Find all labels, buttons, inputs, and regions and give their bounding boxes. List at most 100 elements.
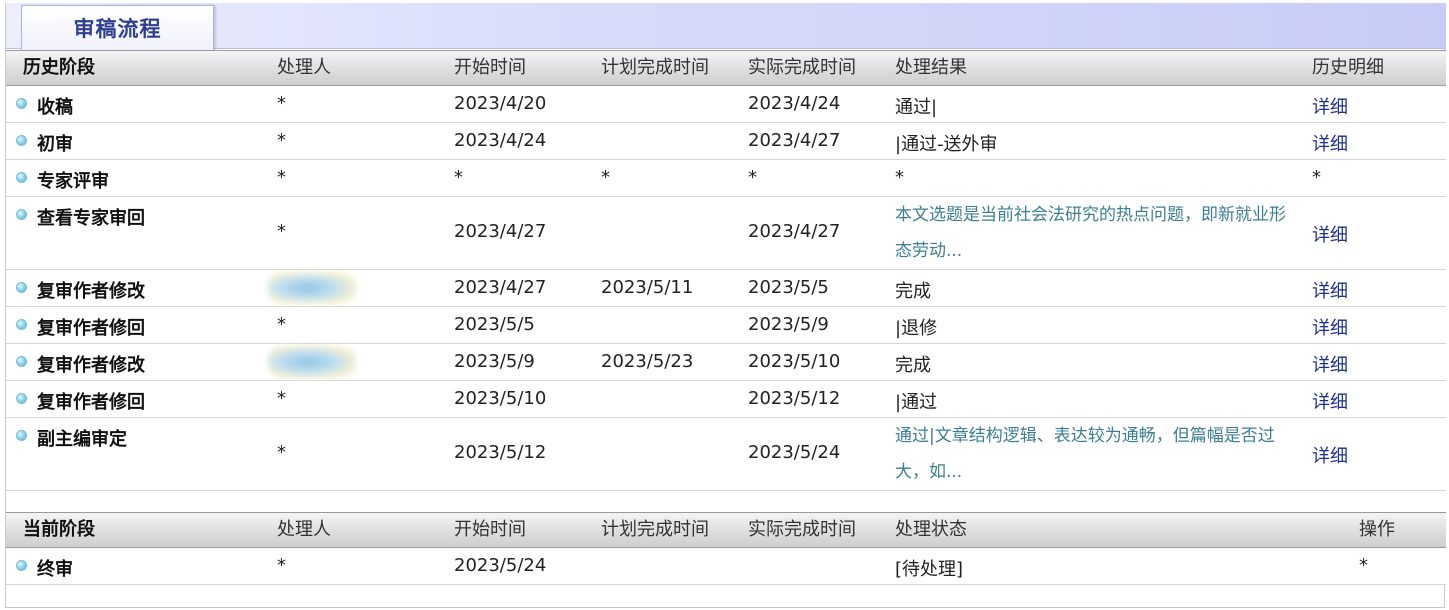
stage-name: 复审作者修改 [37,281,145,302]
result-text: 通过|文章结构逻辑、表达较为通畅，但篇幅是否过大，如... [895,426,1275,482]
history-header-cell: 历史明细 [1312,57,1384,78]
history-header-cell: 开始时间 [454,57,526,78]
stage-name: 收稿 [37,97,73,118]
tab-label: 审稿流程 [73,17,162,41]
history-header-cell: 处理结果 [895,57,967,78]
planned-time: 2023/5/11 [601,277,694,298]
current-header-cell: 操作 [1359,519,1395,540]
handler: * [277,314,286,335]
start-time: 2023/4/27 [454,221,547,242]
start-time: 2023/4/20 [454,93,547,114]
result-text: |退修 [895,318,938,339]
status-dot-icon [16,172,27,183]
stage-name: 复审作者修改 [37,355,145,376]
history-row: 复审作者修改 2023/5/9 2023/5/23 2023/5/10 完成 详细 [6,344,1446,381]
handler: * [277,93,286,114]
result-text: * [895,167,904,188]
status-dot-icon [16,98,27,109]
history-row: 收稿 * 2023/4/20 2023/4/24 通过| 详细 [6,86,1446,123]
history-header-cell: 实际完成时间 [748,57,856,78]
status-dot-icon [16,560,27,571]
status-dot-icon [16,209,27,220]
stage-name: 专家评审 [37,171,109,192]
start-time: 2023/5/12 [454,442,547,463]
detail-link[interactable]: 详细 [1312,388,1348,414]
start-time: 2023/5/9 [454,351,535,372]
history-header-cell: 处理人 [277,57,331,78]
current-header-cell: 处理状态 [895,519,967,540]
current-row: 终审 * 2023/5/24 [待处理] * [6,548,1446,585]
start-time: 2023/4/27 [454,277,547,298]
handler: * [277,442,286,463]
planned-time: 2023/5/23 [601,351,694,372]
detail-link[interactable]: 详细 [1312,351,1348,377]
redacted-handler [268,346,356,378]
action-cell[interactable]: * [1359,555,1368,576]
stage-name: 复审作者修回 [37,318,145,339]
history-row: 复审作者修回 * 2023/5/10 2023/5/12 |通过 详细 [6,381,1446,418]
handler: * [277,555,286,576]
history-row: 副主编审定 * 2023/5/12 2023/5/24 通过|文章结构逻辑、表达较为通畅… [6,418,1446,491]
actual-time: 2023/5/10 [748,351,841,372]
stage-name: 查看专家审回 [37,208,145,229]
actual-time: 2023/5/5 [748,277,829,298]
history-header-cell: 历史阶段 [23,57,95,78]
history-header: 历史阶段 处理人 开始时间 计划完成时间 实际完成时间 处理结果 历史明细 [6,50,1446,86]
history-row: 复审作者修回 * 2023/5/5 2023/5/9 |退修 详细 [6,307,1446,344]
actual-time: 2023/4/24 [748,93,841,114]
actual-time: 2023/5/24 [748,442,841,463]
start-time: 2023/5/24 [454,555,547,576]
current-header-cell: 处理人 [277,519,331,540]
status-dot-icon [16,319,27,330]
history-row: 初审 * 2023/4/24 2023/4/27 |通过-送外审 详细 [6,123,1446,160]
start-time: * [454,167,463,188]
history-header-cell: 计划完成时间 [601,57,709,78]
status-dot-icon [16,393,27,404]
stage-name: 初审 [37,134,73,155]
handler: * [277,167,286,188]
tab-review-process[interactable]: 审稿流程 [21,5,214,50]
status-text: [待处理] [895,559,964,580]
history-row: 复审作者修改 2023/4/27 2023/5/11 2023/5/5 完成 详细 [6,270,1446,307]
status-dot-icon [16,430,27,441]
detail-text: * [1312,167,1321,188]
tab-bar: 审稿流程 [6,3,1446,50]
detail-link[interactable]: 详细 [1312,442,1348,468]
current-header: 当前阶段 处理人 开始时间 计划完成时间 实际完成时间 处理状态 操作 [6,512,1446,548]
actual-time: 2023/4/27 [748,130,841,151]
handler: * [277,221,286,242]
stage-name: 终审 [37,559,73,580]
detail-link[interactable]: 详细 [1312,93,1348,119]
actual-time: 2023/5/12 [748,388,841,409]
result-text: |通过-送外审 [895,134,998,155]
actual-time: 2023/5/9 [748,314,829,335]
stage-name: 副主编审定 [37,429,127,450]
handler: * [277,388,286,409]
review-process-panel: 审稿流程 历史阶段 处理人 开始时间 计划完成时间 实际完成时间 处理结果 历史明细 收稿 * 2… [5,3,1446,608]
handler: * [277,130,286,151]
stage-name: 复审作者修回 [37,392,145,413]
start-time: 2023/4/24 [454,130,547,151]
result-text: 通过| [895,97,938,118]
current-header-cell: 当前阶段 [23,519,95,540]
status-dot-icon [16,356,27,367]
detail-link[interactable]: 详细 [1312,314,1348,340]
current-header-cell: 开始时间 [454,519,526,540]
detail-link[interactable]: 详细 [1312,130,1348,156]
current-header-cell: 实际完成时间 [748,519,856,540]
result-text: 本文选题是当前社会法研究的热点问题，即新就业形态劳动... [895,205,1286,261]
result-text: 完成 [895,355,931,376]
status-dot-icon [16,135,27,146]
planned-time: * [601,167,610,188]
start-time: 2023/5/5 [454,314,535,335]
history-row: 专家评审 * * * * * * [6,160,1446,197]
detail-link[interactable]: 详细 [1312,277,1348,303]
result-text: |通过 [895,392,938,413]
redacted-handler [268,272,356,304]
actual-time: * [748,167,757,188]
current-header-cell: 计划完成时间 [601,519,709,540]
history-row: 查看专家审回 * 2023/4/27 2023/4/27 本文选题是当前社会法研究的热点… [6,197,1446,270]
start-time: 2023/5/10 [454,388,547,409]
detail-link[interactable]: 详细 [1312,221,1348,247]
status-dot-icon [16,282,27,293]
